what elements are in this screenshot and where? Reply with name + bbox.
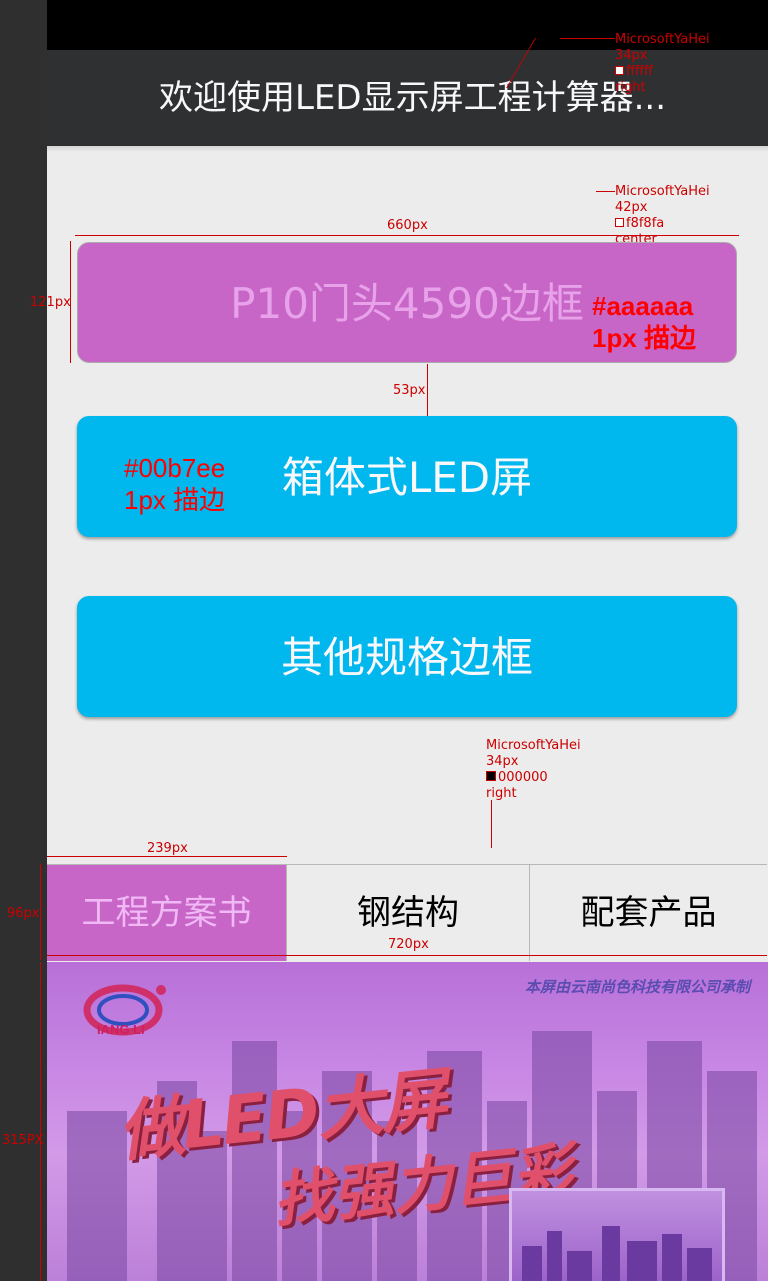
dimension-line xyxy=(47,856,287,857)
company-credit: 本屏由云南尚色科技有限公司承制 xyxy=(524,978,750,996)
dimension-line xyxy=(47,955,767,956)
promo-banner: 本屏由云南尚色科技有限公司承制 IANG LI 做LED大屏 找强力巨彩 xyxy=(47,962,768,1281)
city-picture-frame xyxy=(509,1188,725,1281)
annotation-leader-line xyxy=(560,38,615,39)
annotation-leader-line xyxy=(596,191,615,192)
logo-text: IANG LI xyxy=(97,1022,145,1037)
tab-label: 配套产品 xyxy=(580,893,717,933)
dimension-label: 96px xyxy=(7,906,40,921)
dimension-line xyxy=(75,235,739,236)
annotation-leader-line xyxy=(491,800,492,848)
dimension-label: 660px xyxy=(387,218,428,233)
dimension-label: 720px xyxy=(388,937,429,952)
tab-font-annotation: MicrosoftYaHei 34px 000000 right xyxy=(486,738,581,801)
tab-label: 工程方案书 xyxy=(81,893,252,933)
dimension-label: 121px xyxy=(30,295,71,310)
app-title: 欢迎使用LED显示屏工程计算器... xyxy=(158,78,667,118)
button-label: 其他规格边框 xyxy=(280,633,533,682)
other-frame-button[interactable]: 其他规格边框 xyxy=(77,596,737,717)
color-note: #00b7ee 1px 描边 xyxy=(124,453,226,515)
dimension-label: 239px xyxy=(147,841,188,856)
dimension-line xyxy=(40,962,41,1281)
dimension-line xyxy=(427,364,428,416)
title-font-annotation: MicrosoftYaHei 34px ffffff right xyxy=(615,32,710,95)
titlebar-shadow xyxy=(47,146,768,152)
dimension-label: 315PX xyxy=(2,1133,44,1148)
tab-project-plan[interactable]: 工程方案书 xyxy=(47,865,286,961)
button-font-annotation: MicrosoftYaHei 42px f8f8fa center xyxy=(615,184,710,247)
tab-label: 钢结构 xyxy=(357,893,459,933)
tab-accessories[interactable]: 配套产品 xyxy=(529,865,767,961)
color-note: #aaaaaa 1px 描边 xyxy=(592,291,697,353)
button-label: 箱体式LED屏 xyxy=(281,453,533,502)
dimension-line xyxy=(40,864,41,960)
dimension-label: 53px xyxy=(393,383,426,398)
button-label: P10门头4590边框 xyxy=(230,279,584,328)
